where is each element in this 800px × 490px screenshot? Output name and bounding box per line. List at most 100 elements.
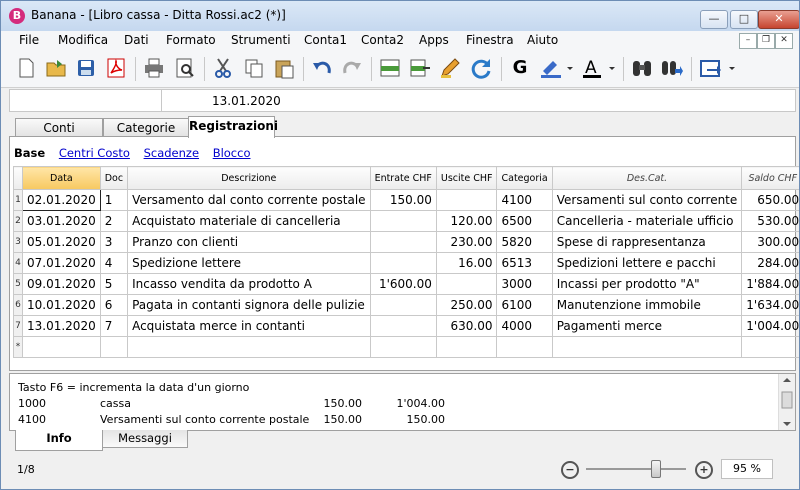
mdi-close-button[interactable]: ✕ xyxy=(775,33,793,49)
tab-registrazioni[interactable]: Registrazioni xyxy=(188,116,278,138)
cell-description[interactable]: Versamento dal conto corrente postale xyxy=(127,189,371,211)
column-header-descrizione[interactable]: Descrizione xyxy=(127,166,371,190)
zoom-slider-thumb[interactable] xyxy=(651,460,661,478)
cell-category[interactable]: 5820 xyxy=(496,231,553,253)
cell-category[interactable]: 4000 xyxy=(496,315,553,337)
tab-messaggi[interactable]: Messaggi xyxy=(102,430,188,448)
find-next-icon[interactable] xyxy=(661,57,683,79)
open-folder-icon[interactable] xyxy=(45,57,67,79)
pdf-icon[interactable] xyxy=(105,57,127,79)
menu-file[interactable]: File xyxy=(19,33,39,47)
cell-content-field[interactable]: 13.01.2020 xyxy=(212,94,281,108)
cell-expense[interactable] xyxy=(435,273,498,295)
column-header-doc[interactable]: Doc xyxy=(99,166,129,190)
cell-description[interactable]: Acquistato materiale di cancelleria xyxy=(127,210,371,232)
table-row[interactable]: 5 09.01.2020 5 Incasso vendita da prodot… xyxy=(13,273,799,295)
zoom-slider[interactable] xyxy=(586,460,686,478)
cell-date[interactable]: 10.01.2020 xyxy=(22,294,101,316)
tab-conti[interactable]: Conti xyxy=(15,118,103,137)
cell-doc[interactable]: 6 xyxy=(99,294,129,316)
new-row[interactable]: * xyxy=(13,336,799,358)
delete-row-icon[interactable] xyxy=(409,57,431,79)
tab-info[interactable]: Info xyxy=(15,430,103,451)
tab-categorie[interactable]: Categorie xyxy=(103,118,189,137)
menu-strumenti[interactable]: Strumenti xyxy=(231,33,291,47)
cell-date[interactable]: 07.01.2020 xyxy=(22,252,101,274)
copy-icon[interactable] xyxy=(243,57,265,79)
highlight-icon[interactable] xyxy=(539,57,575,79)
new-file-icon[interactable] xyxy=(15,57,37,79)
cell-income[interactable] xyxy=(369,294,437,316)
table-row[interactable]: 6 10.01.2020 6 Pagata in contanti signor… xyxy=(13,294,799,316)
mdi-restore-button[interactable]: ❐ xyxy=(757,33,775,49)
font-color-icon[interactable]: A xyxy=(581,57,617,79)
undo-icon[interactable] xyxy=(311,57,333,79)
column-header-entrate[interactable]: Entrate CHF xyxy=(369,166,437,190)
cell-income[interactable] xyxy=(369,315,437,337)
view-scadenze[interactable]: Scadenze xyxy=(144,146,199,160)
maximize-button[interactable]: □ xyxy=(730,10,758,29)
cell-expense[interactable] xyxy=(435,189,498,211)
mdi-minimize-button[interactable]: – xyxy=(739,33,757,49)
cell-description[interactable]: Incasso vendita da prodotto A xyxy=(127,273,371,295)
cell-doc[interactable] xyxy=(99,336,129,358)
zoom-out-icon[interactable]: − xyxy=(561,461,579,479)
cell-expense[interactable]: 16.00 xyxy=(435,252,498,274)
zoom-in-icon[interactable]: + xyxy=(695,461,713,479)
cell-address-bar[interactable]: 13.01.2020 xyxy=(9,89,796,112)
cell-description[interactable]: Pagata in contanti signora delle pulizie xyxy=(127,294,371,316)
cell-income[interactable] xyxy=(369,336,437,358)
cell-doc[interactable]: 7 xyxy=(99,315,129,337)
menu-modifica[interactable]: Modifica xyxy=(58,33,108,47)
table-row[interactable]: 3 05.01.2020 3 Pranzo con clienti 230.00… xyxy=(13,231,799,253)
menu-conta2[interactable]: Conta2 xyxy=(361,33,404,47)
column-header-saldo[interactable]: Saldo CHF xyxy=(741,166,799,190)
cell-category[interactable]: 6100 xyxy=(496,294,553,316)
view-centri-costo[interactable]: Centri Costo xyxy=(59,146,130,160)
edit-icon[interactable] xyxy=(439,57,461,79)
cell-date[interactable]: 13.01.2020 xyxy=(22,315,101,337)
save-icon[interactable] xyxy=(75,57,97,79)
cell-description[interactable] xyxy=(127,336,371,358)
cell-doc[interactable]: 1 xyxy=(99,189,129,211)
cell-doc[interactable]: 4 xyxy=(99,252,129,274)
menu-apps[interactable]: Apps xyxy=(419,33,449,47)
cell-expense[interactable]: 120.00 xyxy=(435,210,498,232)
cell-doc[interactable]: 3 xyxy=(99,231,129,253)
print-icon[interactable] xyxy=(143,57,165,79)
minimize-button[interactable]: — xyxy=(700,10,728,29)
view-blocco[interactable]: Blocco xyxy=(213,146,251,160)
cell-date[interactable]: 03.01.2020 xyxy=(22,210,101,232)
cell-category[interactable]: 3000 xyxy=(496,273,553,295)
menu-finestra[interactable]: Finestra xyxy=(466,33,514,47)
paste-icon[interactable] xyxy=(273,57,295,79)
cell-date[interactable] xyxy=(22,336,101,358)
column-header-data[interactable]: Data xyxy=(22,166,101,190)
insert-row-icon[interactable] xyxy=(379,57,401,79)
cell-income[interactable]: 1'600.00 xyxy=(369,273,437,295)
cell-expense[interactable]: 630.00 xyxy=(435,315,498,337)
cell-reference-box[interactable] xyxy=(10,90,162,111)
column-header-descat[interactable]: Des.Cat. xyxy=(551,166,743,190)
close-button[interactable]: ✕ xyxy=(758,10,799,29)
cell-doc[interactable]: 2 xyxy=(99,210,129,232)
cell-category[interactable]: 4100 xyxy=(496,189,553,211)
redo-icon[interactable] xyxy=(341,57,363,79)
table-row[interactable]: 4 07.01.2020 4 Spedizione lettere 16.00 … xyxy=(13,252,799,274)
cell-expense[interactable]: 250.00 xyxy=(435,294,498,316)
print-preview-icon[interactable] xyxy=(174,57,196,79)
cell-expense[interactable] xyxy=(435,336,498,358)
cell-date[interactable]: 02.01.2020 xyxy=(22,189,101,211)
recalculate-icon[interactable] xyxy=(470,57,492,79)
cell-category[interactable]: 6513 xyxy=(496,252,553,274)
table-row[interactable]: 2 03.01.2020 2 Acquistato materiale di c… xyxy=(13,210,799,232)
cell-date[interactable]: 09.01.2020 xyxy=(22,273,101,295)
info-scrollbar[interactable] xyxy=(778,374,795,430)
cell-description[interactable]: Pranzo con clienti xyxy=(127,231,371,253)
cell-description[interactable]: Spedizione lettere xyxy=(127,252,371,274)
find-icon[interactable] xyxy=(631,57,653,79)
cell-income[interactable]: 150.00 xyxy=(369,189,437,211)
cell-income[interactable] xyxy=(369,210,437,232)
cell-date[interactable]: 05.01.2020 xyxy=(22,231,101,253)
table-row[interactable]: 7 13.01.2020 7 Acquistata merce in conta… xyxy=(13,315,799,337)
